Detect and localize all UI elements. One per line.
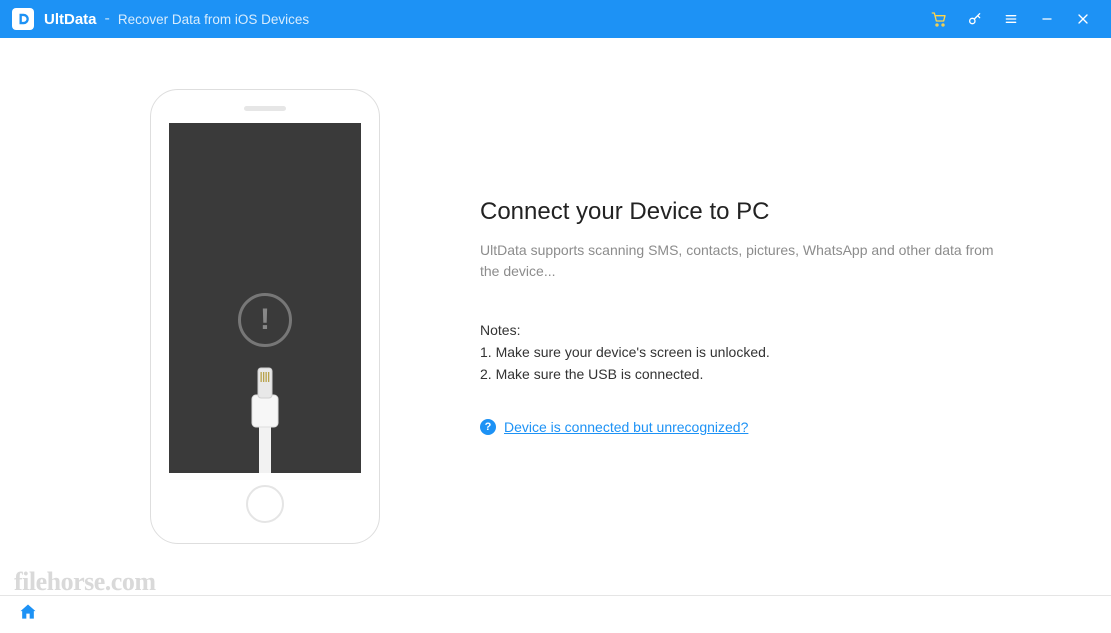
help-link-row: ? Device is connected but unrecognized?	[480, 419, 1000, 435]
key-button[interactable]	[957, 0, 993, 38]
title-subtitle: Recover Data from iOS Devices	[118, 12, 309, 27]
note-line-2: 2. Make sure the USB is connected.	[480, 364, 1000, 386]
help-icon: ?	[480, 419, 496, 435]
notes-title: Notes:	[480, 322, 1000, 338]
menu-button[interactable]	[993, 0, 1029, 38]
app-logo	[12, 8, 34, 30]
close-button[interactable]	[1065, 0, 1101, 38]
minimize-icon	[1039, 11, 1055, 27]
main-stage: ! Connect your D	[0, 38, 1111, 595]
page-heading: Connect your Device to PC	[480, 198, 1000, 226]
app-name: UltData	[44, 11, 97, 28]
phone-speaker	[244, 106, 286, 111]
alert-glyph: !	[260, 303, 270, 337]
title-separator: -	[105, 10, 110, 28]
close-icon	[1075, 11, 1091, 27]
info-panel: Connect your Device to PC UltData suppor…	[480, 198, 1000, 435]
menu-icon	[1003, 11, 1019, 27]
note-line-1: 1. Make sure your device's screen is unl…	[480, 342, 1000, 364]
cart-icon	[931, 11, 947, 27]
home-button[interactable]	[18, 602, 38, 627]
lightning-cable-icon	[235, 363, 295, 473]
phone-home-button	[246, 485, 284, 523]
titlebar: UltData - Recover Data from iOS Devices	[0, 0, 1111, 38]
help-link[interactable]: Device is connected but unrecognized?	[504, 419, 748, 435]
minimize-button[interactable]	[1029, 0, 1065, 38]
alert-icon: !	[238, 293, 292, 347]
key-icon	[967, 11, 983, 27]
bottombar	[0, 595, 1111, 633]
home-icon	[18, 602, 38, 622]
cart-button[interactable]	[921, 0, 957, 38]
phone-screen: !	[169, 123, 361, 473]
description-text: UltData supports scanning SMS, contacts,…	[480, 240, 1000, 282]
phone-illustration: !	[150, 89, 380, 544]
